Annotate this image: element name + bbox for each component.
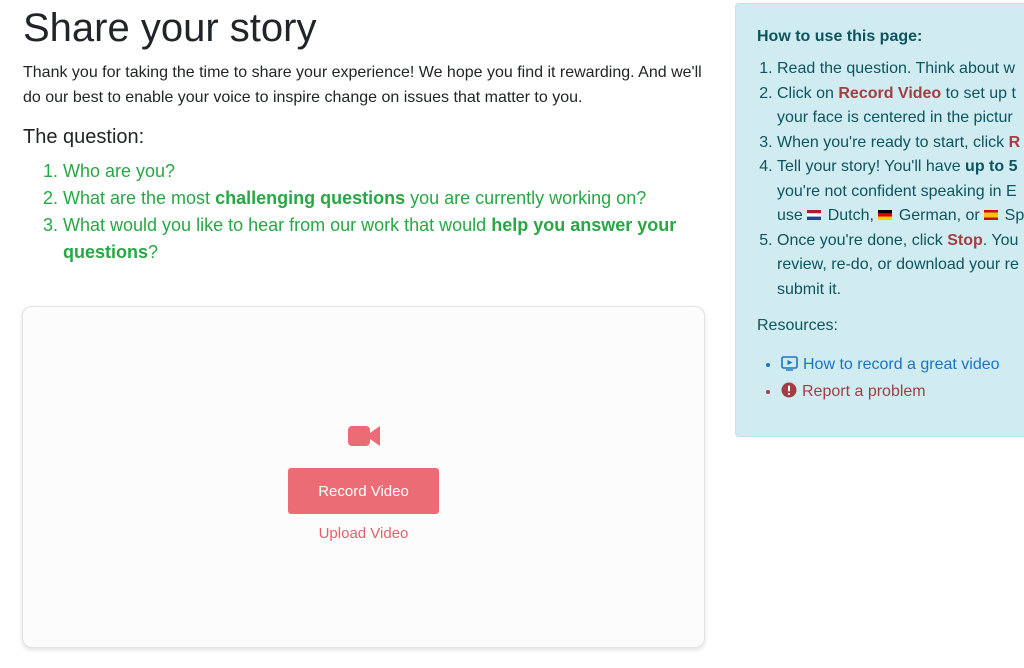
help-step: Read the question. Think about w bbox=[777, 57, 1024, 82]
upload-video-link[interactable]: Upload Video bbox=[23, 525, 704, 542]
help-step: Tell your story! You'll have up to 5 you… bbox=[777, 155, 1024, 229]
intro-text: Thank you for taking the time to share y… bbox=[23, 64, 702, 106]
video-recorder-panel: Record Video Upload Video bbox=[22, 306, 705, 648]
germany-flag-icon bbox=[878, 204, 893, 220]
help-step: Click on Record Video to set up t your f… bbox=[777, 82, 1024, 131]
netherlands-flag-icon bbox=[807, 204, 822, 220]
page-title: Share your story bbox=[23, 6, 317, 50]
help-panel: How to use this page: Read the question.… bbox=[735, 3, 1024, 437]
help-step: When you're ready to start, click R bbox=[777, 131, 1024, 156]
video-camera-icon bbox=[347, 423, 381, 454]
resource-item-report-problem[interactable]: Report a problem bbox=[781, 380, 1024, 407]
resources-label: Resources: bbox=[757, 317, 838, 334]
exclamation-circle-icon bbox=[781, 382, 797, 407]
resources-list: How to record a great video Report a pro… bbox=[757, 353, 1024, 406]
play-video-icon bbox=[781, 355, 798, 380]
question-list: Who are you? What are the most challengi… bbox=[23, 158, 705, 266]
question-item: What are the most challenging questions … bbox=[63, 185, 705, 212]
question-item: What would you like to hear from our wor… bbox=[63, 212, 705, 266]
record-video-button[interactable]: Record Video bbox=[288, 468, 439, 514]
question-heading: The question: bbox=[23, 126, 145, 148]
resource-item-record-guide[interactable]: How to record a great video bbox=[781, 353, 1024, 380]
help-title: How to use this page: bbox=[757, 28, 923, 45]
question-item: Who are you? bbox=[63, 158, 705, 185]
spain-flag-icon bbox=[984, 204, 999, 220]
help-step: Once you're done, click Stop. You review… bbox=[777, 229, 1024, 303]
help-steps: Read the question. Think about w Click o… bbox=[757, 57, 1024, 302]
